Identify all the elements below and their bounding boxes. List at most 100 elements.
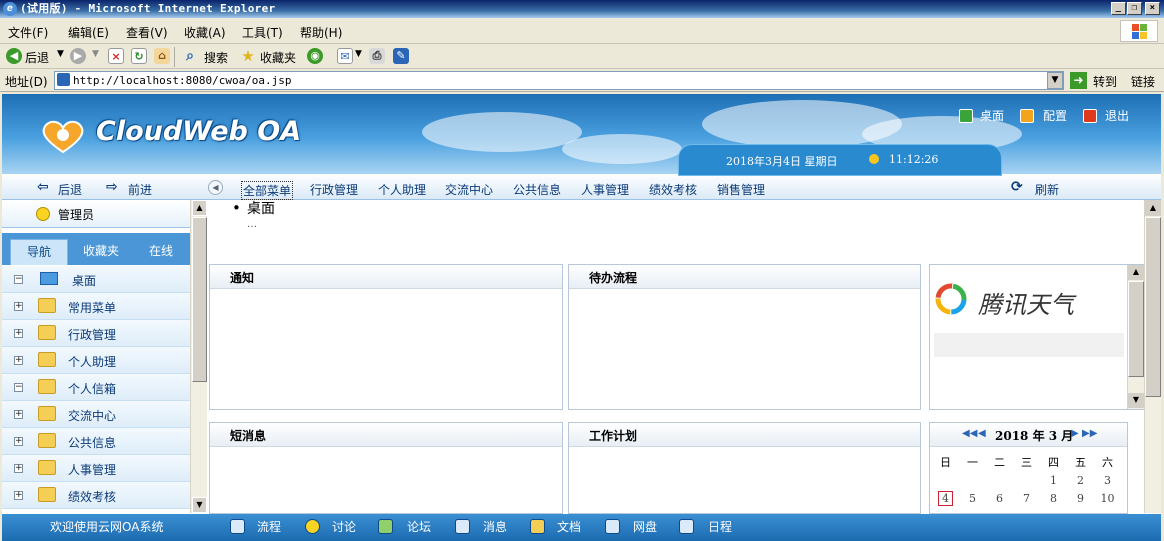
menu-view[interactable]: 查看(V) (126, 24, 168, 41)
content-scrollbar[interactable]: ▲ (1144, 200, 1161, 513)
expand-icon[interactable]: + (14, 437, 23, 446)
nav-forward-link[interactable]: 前进 (128, 181, 152, 198)
nav-item-hr[interactable]: 人事管理 (581, 181, 629, 198)
footer-link-discussion[interactable]: 讨论 (332, 518, 356, 535)
discussion-icon[interactable] (305, 519, 320, 534)
expand-icon[interactable]: + (14, 356, 23, 365)
flow-icon[interactable] (230, 519, 245, 534)
sidebar-item-public[interactable]: + 公共信息 (2, 428, 190, 455)
collapse-icon[interactable]: − (14, 275, 23, 284)
calendar-day[interactable]: 6 (986, 489, 1013, 507)
tab-favorites[interactable]: 收藏夹 (72, 239, 130, 265)
restore-button[interactable]: ❐ (1127, 2, 1142, 15)
nav-item-public[interactable]: 公共信息 (513, 181, 561, 198)
scroll-thumb[interactable] (1145, 217, 1161, 397)
refresh-nav-icon[interactable]: ⟳ (1011, 179, 1023, 195)
minimize-button[interactable]: _ (1111, 2, 1126, 15)
menu-favorites[interactable]: 收藏(A) (184, 24, 226, 41)
nav-back-link[interactable]: 后退 (58, 181, 82, 198)
message-icon[interactable] (455, 519, 470, 534)
home-icon[interactable]: ⌂ (154, 48, 170, 64)
calendar-day[interactable]: 10 (1094, 489, 1121, 507)
search-icon[interactable]: ⌕ (182, 48, 198, 64)
calendar-day[interactable]: 3 (1094, 471, 1121, 489)
calendar-day[interactable]: 7 (1013, 489, 1040, 507)
sidebar-item-common-menu[interactable]: + 常用菜单 (2, 293, 190, 320)
calendar-day[interactable]: 9 (1067, 489, 1094, 507)
logout-icon[interactable] (1083, 109, 1097, 123)
menu-help[interactable]: 帮助(H) (300, 24, 342, 41)
back-button[interactable]: 后退 (25, 49, 49, 66)
links-button[interactable]: 链接 (1131, 73, 1155, 90)
nav-scroll-left-icon[interactable]: ◀ (208, 180, 223, 195)
print-icon[interactable]: ⎙ (369, 48, 385, 64)
scroll-down-icon[interactable]: ▼ (1128, 393, 1144, 408)
back-dropdown-icon[interactable]: ▼ (57, 49, 64, 59)
go-arrow-icon[interactable]: ➜ (1070, 72, 1087, 89)
weather-scrollbar[interactable]: ▲ ▼ (1127, 265, 1144, 409)
mail-icon[interactable]: ✉ (337, 48, 353, 64)
nav-forward-icon[interactable]: ⇨ (106, 179, 118, 195)
tab-navigation[interactable]: 导航 (10, 239, 68, 265)
scroll-thumb[interactable] (1128, 281, 1144, 377)
tab-online[interactable]: 在线 (132, 239, 190, 265)
calendar-day[interactable]: 5 (959, 489, 986, 507)
next-year-icon[interactable]: ▶▶ (1082, 428, 1097, 439)
nav-item-performance[interactable]: 绩效考核 (649, 181, 697, 198)
media-icon[interactable]: ◉ (307, 48, 323, 64)
stop-icon[interactable]: × (108, 48, 124, 64)
calendar-day[interactable]: 1 (1040, 471, 1067, 489)
footer-link-forum[interactable]: 论坛 (407, 518, 431, 535)
footer-link-netdisk[interactable]: 网盘 (633, 518, 657, 535)
collapse-icon[interactable]: − (14, 383, 23, 392)
favorites-star-icon[interactable]: ★ (240, 48, 256, 64)
go-button[interactable]: 转到 (1093, 73, 1117, 90)
sidebar-item-personal[interactable]: + 个人助理 (2, 347, 190, 374)
calendar-day[interactable] (1013, 471, 1040, 489)
calendar-day[interactable]: 8 (1040, 489, 1067, 507)
address-dropdown-icon[interactable]: ▼ (1047, 72, 1063, 89)
sidebar-item-hr[interactable]: + 人事管理 (2, 455, 190, 482)
desktop-link[interactable]: 桌面 (980, 107, 1004, 124)
nav-item-admin[interactable]: 行政管理 (310, 181, 358, 198)
calendar-day[interactable]: 2 (1067, 471, 1094, 489)
expand-icon[interactable]: + (14, 491, 23, 500)
close-button[interactable]: × (1145, 2, 1160, 15)
prev-month-icon[interactable]: ◀ (978, 428, 986, 439)
footer-link-schedule[interactable]: 日程 (708, 518, 732, 535)
scroll-up-icon[interactable]: ▲ (192, 200, 207, 216)
next-month-icon[interactable]: ▶ (1071, 428, 1079, 439)
prev-year-icon[interactable]: ◀◀ (962, 428, 977, 439)
nav-item-communication[interactable]: 交流中心 (445, 181, 493, 198)
favorites-button[interactable]: 收藏夹 (260, 49, 296, 66)
footer-link-document[interactable]: 文档 (557, 518, 581, 535)
footer-link-message[interactable]: 消息 (483, 518, 507, 535)
sidebar-scrollbar[interactable]: ▲ ▼ (190, 200, 207, 513)
desktop-icon[interactable] (959, 109, 973, 123)
scroll-up-icon[interactable]: ▲ (1145, 200, 1161, 216)
calendar-day[interactable] (959, 471, 986, 489)
edit-icon[interactable]: ✎ (393, 48, 409, 64)
back-arrow-icon[interactable]: ◀ (6, 48, 22, 64)
netdisk-icon[interactable] (605, 519, 620, 534)
sidebar-item-admin[interactable]: + 行政管理 (2, 320, 190, 347)
forward-arrow-icon[interactable]: ▶ (70, 48, 86, 64)
calendar-day-today[interactable]: 4 (932, 489, 959, 507)
menu-edit[interactable]: 编辑(E) (68, 24, 109, 41)
calendar-day[interactable] (932, 471, 959, 489)
nav-item-personal[interactable]: 个人助理 (378, 181, 426, 198)
sidebar-item-performance[interactable]: + 绩效考核 (2, 482, 190, 509)
mail-dropdown-icon[interactable]: ▼ (355, 49, 362, 59)
address-input[interactable]: http://localhost:8080/cwoa/oa.jsp (54, 71, 1064, 90)
sidebar-item-mailbox[interactable]: − 个人信箱 (2, 374, 190, 401)
expand-icon[interactable]: + (14, 302, 23, 311)
calendar-day[interactable] (986, 471, 1013, 489)
config-icon[interactable] (1020, 109, 1034, 123)
menu-file[interactable]: 文件(F) (8, 24, 48, 41)
document-icon[interactable] (530, 519, 545, 534)
nav-item-sales[interactable]: 销售管理 (717, 181, 765, 198)
refresh-icon[interactable]: ↻ (131, 48, 147, 64)
forward-dropdown-icon[interactable]: ▼ (92, 49, 99, 59)
nav-back-icon[interactable]: ⇦ (37, 179, 49, 195)
logout-link[interactable]: 退出 (1105, 107, 1129, 124)
